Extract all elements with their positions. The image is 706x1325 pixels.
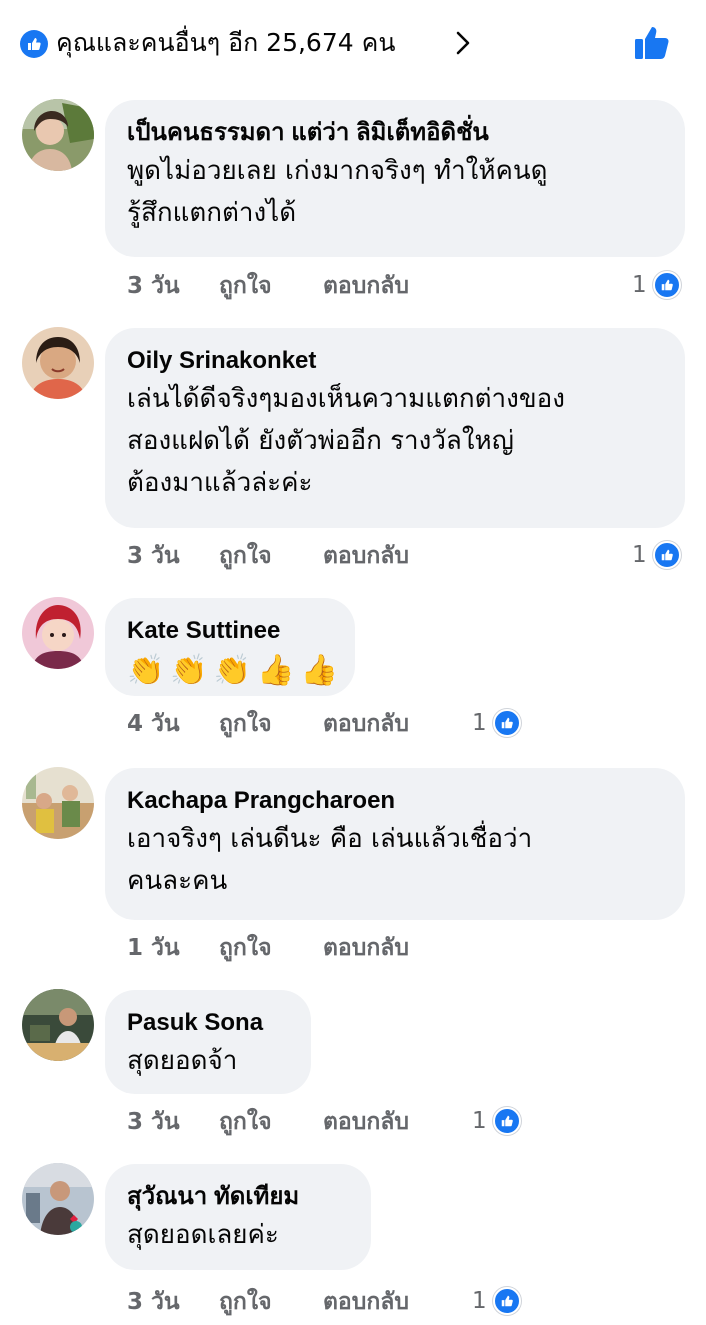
comment-author[interactable]: Kachapa Prangcharoen [127,784,663,818]
comment-text: สุดยอดจ้า [127,1040,289,1082]
comment-line: รู้สึกแตกต่างได้ [127,198,297,228]
like-reaction-icon [20,30,48,58]
like-reaction-icon [652,541,681,569]
reaction-count: 1 [472,1108,487,1134]
comment-actions: 3 วัน ถูกใจ ตอบกลับ [127,1284,457,1320]
comment-author[interactable]: Kate Suttinee [127,614,333,648]
like-reaction-icon [492,1287,521,1315]
comment-line: สุดยอดเลยค่ะ [127,1220,279,1250]
comment-time[interactable]: 4 วัน [127,706,180,742]
comment-line: ต้องมาแล้วล่ะค่ะ [127,468,313,498]
comment-time[interactable]: 3 วัน [127,1104,180,1140]
reaction-summary[interactable]: 1 [472,1106,521,1136]
like-button[interactable]: ถูกใจ [219,930,272,966]
clapping-emoji: 👏 [213,653,252,688]
comment-line: เล่นได้ดีจริงๆมองเห็นความแตกต่างของ [127,384,565,414]
reply-button[interactable]: ตอบกลับ [323,538,409,574]
comment-emojis: 👏 👏 👏 👍 👍 [127,650,338,692]
like-reaction-icon [652,271,681,299]
comment-text: เอาจริงๆ เล่นดีนะ คือ เล่นแล้วเชื่อว่า ค… [127,818,663,902]
comment-actions: 3 วัน ถูกใจ ตอบกลับ [127,538,547,574]
comment-author[interactable]: สุวัณนา ทัดเทียม [127,1180,349,1214]
reaction-summary[interactable]: 1 [632,540,681,570]
comment-time[interactable]: 3 วัน [127,538,180,574]
comment-text: สุดยอดเลยค่ะ [127,1214,349,1256]
avatar[interactable] [22,327,94,399]
avatar[interactable] [22,99,94,171]
reply-button[interactable]: ตอบกลับ [323,706,409,742]
comment-time[interactable]: 1 วัน [127,930,180,966]
reactions-header[interactable]: คุณและคนอื่นๆ อีก 25,674 คน [0,0,706,86]
comment-text: เล่นได้ดีจริงๆมองเห็นความแตกต่างของ สองแ… [127,378,663,504]
reaction-count: 1 [632,542,647,568]
reply-button[interactable]: ตอบกลับ [323,1104,409,1140]
comment-bubble: เป็นคนธรรมดา แต่ว่า ลิมิเต็ทอิดิชั่น พูด… [105,100,685,257]
comment-line: สุดยอดจ้า [127,1046,238,1076]
avatar[interactable] [22,767,94,839]
like-button[interactable]: ถูกใจ [219,706,272,742]
comment-time[interactable]: 3 วัน [127,268,180,304]
reply-button[interactable]: ตอบกลับ [323,1284,409,1320]
comment-actions: 3 วัน ถูกใจ ตอบกลับ [127,268,547,304]
comment-time[interactable]: 3 วัน [127,1284,180,1320]
like-reaction-icon [492,1107,521,1135]
like-reaction-icon [492,709,521,737]
avatar[interactable] [22,597,94,669]
thumbs-up-emoji: 👍 [257,653,295,688]
comment-text: พูดไม่อวยเลย เก่งมากจริงๆ ทำให้คนดู รู้ส… [127,150,663,234]
comment-bubble: Pasuk Sona สุดยอดจ้า [105,990,311,1094]
comment-bubble: Kate Suttinee 👏 👏 👏 👍 👍 [105,598,355,696]
comment-bubble: สุวัณนา ทัดเทียม สุดยอดเลยค่ะ [105,1164,371,1270]
like-button[interactable]: ถูกใจ [219,268,272,304]
comment-actions: 4 วัน ถูกใจ ตอบกลับ [127,706,457,742]
reaction-count: 1 [472,1288,487,1314]
like-button[interactable]: ถูกใจ [219,1284,272,1320]
clapping-emoji: 👏 [170,653,208,688]
avatar[interactable] [22,1163,94,1235]
reply-button[interactable]: ตอบกลับ [323,268,409,304]
like-button[interactable]: ถูกใจ [219,1104,272,1140]
comment-line: พูดไม่อวยเลย เก่งมากจริงๆ ทำให้คนดู [127,156,548,186]
reply-button[interactable]: ตอบกลับ [323,930,409,966]
reaction-summary[interactable]: 1 [472,708,521,738]
comment-author[interactable]: Pasuk Sona [127,1006,289,1040]
reaction-count: 1 [632,272,647,298]
comment-bubble: Oily Srinakonket เล่นได้ดีจริงๆมองเห็นคว… [105,328,685,528]
like-button[interactable]: ถูกใจ [219,538,272,574]
comment-author[interactable]: Oily Srinakonket [127,344,663,378]
reaction-summary[interactable]: 1 [472,1286,521,1316]
comment-line: เอาจริงๆ เล่นดีนะ คือ เล่นแล้วเชื่อว่า [127,824,533,854]
comment-line: คนละคน [127,866,228,896]
comment-bubble: Kachapa Prangcharoen เอาจริงๆ เล่นดีนะ ค… [105,768,685,920]
reaction-count: 1 [472,710,487,736]
comment-actions: 1 วัน ถูกใจ ตอบกลับ [127,930,547,966]
clapping-emoji: 👏 [127,653,165,688]
comment-actions: 3 วัน ถูกใจ ตอบกลับ [127,1104,457,1140]
like-thumb-icon[interactable] [631,22,673,64]
chevron-right-icon[interactable] [452,30,474,56]
reaction-summary[interactable]: 1 [632,270,681,300]
avatar[interactable] [22,989,94,1061]
thumbs-up-emoji: 👍 [300,653,338,688]
comment-author[interactable]: เป็นคนธรรมดา แต่ว่า ลิมิเต็ทอิดิชั่น [127,116,663,150]
comment-line: สองแฝดได้ ยังตัวพ่ออีก รางวัลใหญ่ [127,426,514,456]
reactions-summary[interactable]: คุณและคนอื่นๆ อีก 25,674 คน [56,26,395,60]
